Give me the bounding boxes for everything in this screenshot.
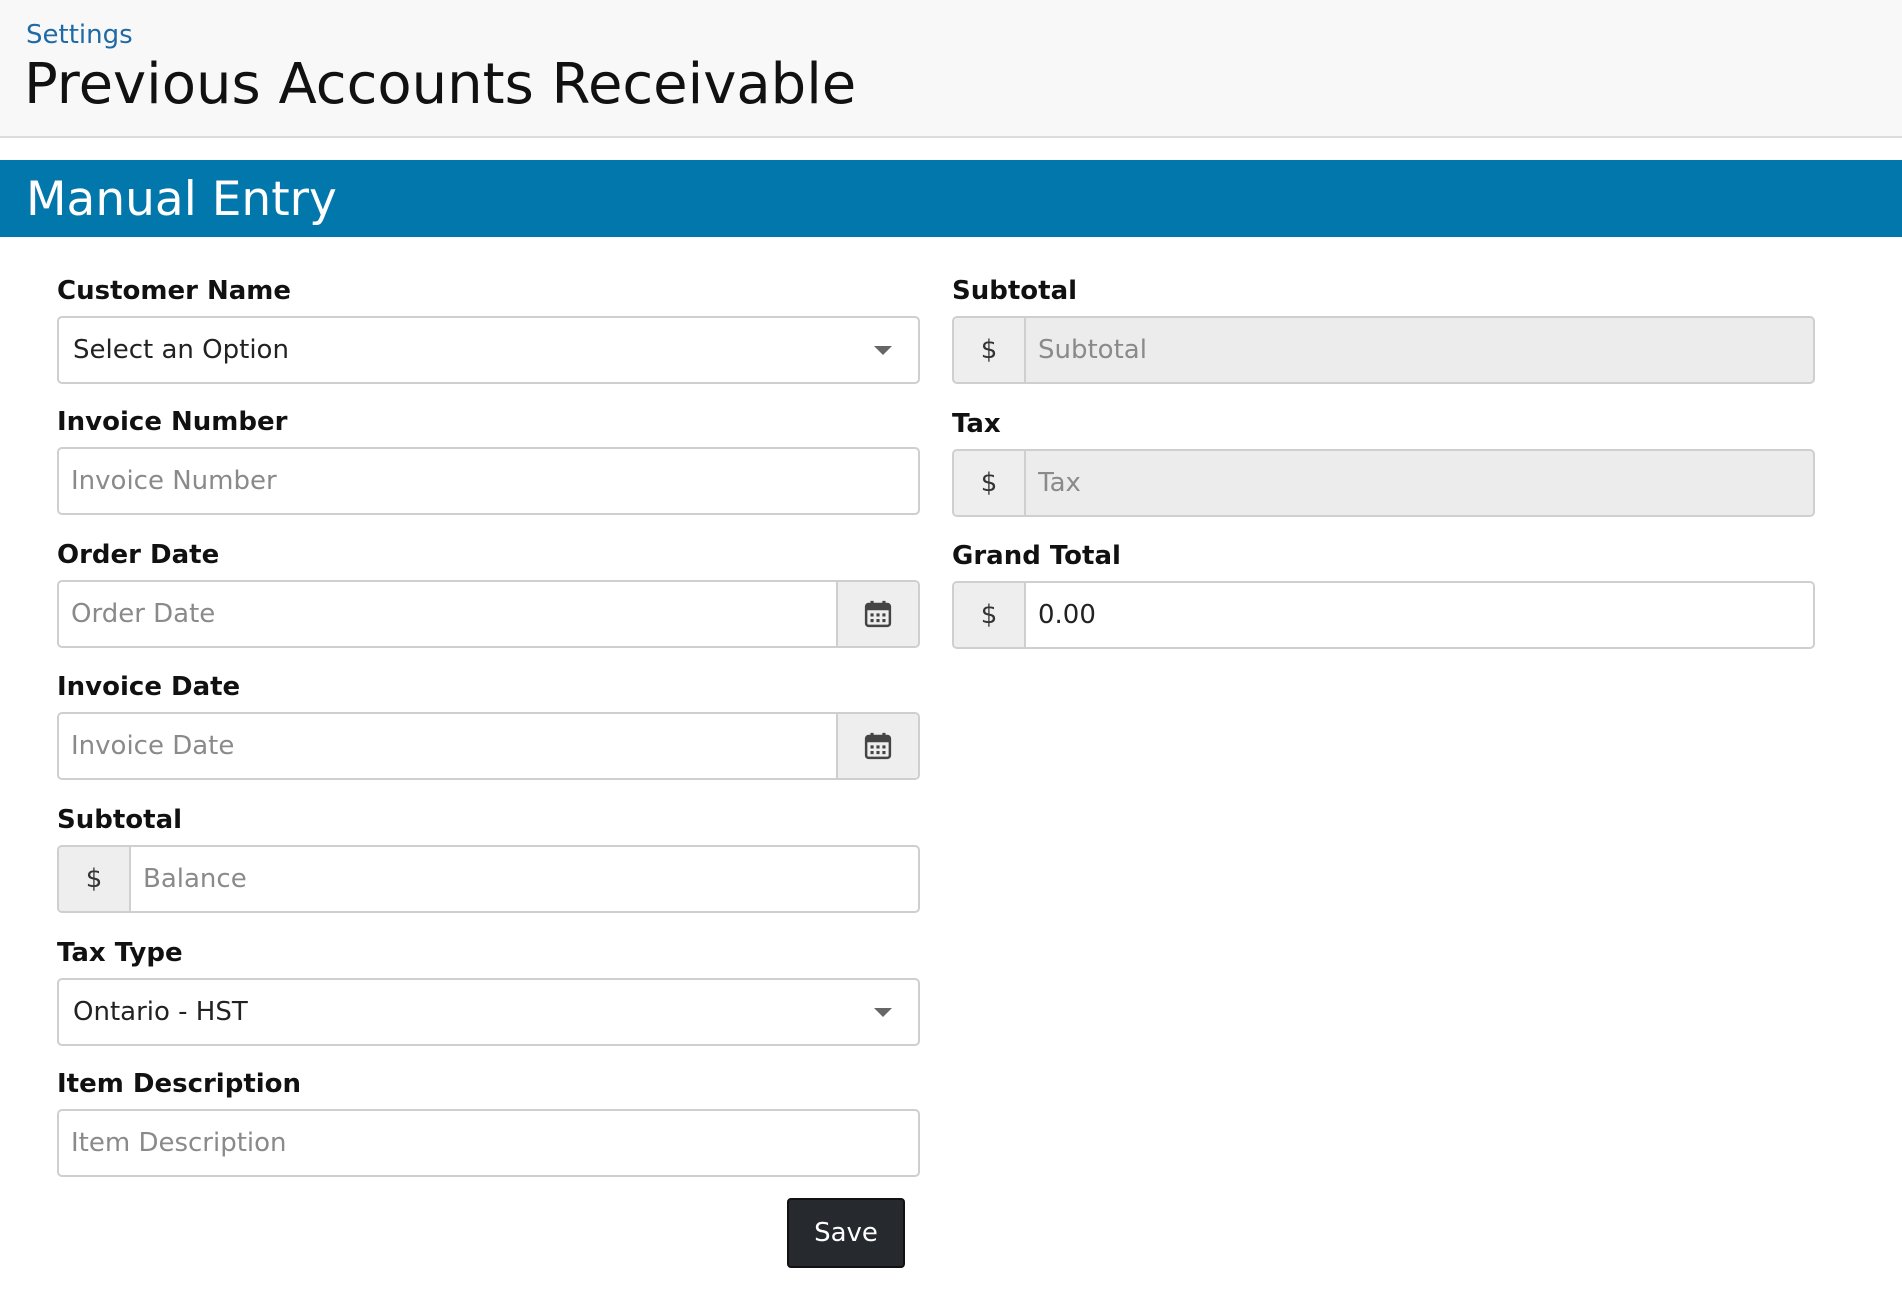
tax-type-selected-value: Ontario - HST — [73, 997, 248, 1027]
invoice-date-field-wrapper — [57, 712, 920, 780]
balance-input[interactable] — [131, 847, 918, 911]
invoice-number-field-wrapper — [57, 447, 920, 515]
order-date-label: Order Date — [57, 540, 220, 570]
grand-total-label: Grand Total — [952, 541, 1121, 571]
currency-prefix: $ — [59, 847, 131, 911]
item-description-label: Item Description — [57, 1069, 302, 1099]
invoice-date-label: Invoice Date — [57, 672, 241, 702]
chevron-down-icon — [848, 318, 918, 382]
order-date-field-wrapper — [57, 580, 920, 648]
page-title: Previous Accounts Receivable — [24, 52, 857, 117]
subtotal-label: Subtotal — [57, 805, 183, 835]
chevron-down-icon — [848, 980, 918, 1044]
tax-type-label: Tax Type — [57, 938, 183, 968]
customer-name-selected-value: Select an Option — [73, 335, 289, 365]
order-date-input[interactable] — [59, 582, 836, 646]
item-description-input[interactable] — [59, 1111, 918, 1175]
section-title: Manual Entry — [26, 172, 337, 227]
right-subtotal-field-wrapper: $ — [952, 316, 1815, 384]
customer-name-label: Customer Name — [57, 276, 291, 306]
subtotal-field-wrapper: $ — [57, 845, 920, 913]
calendar-icon — [864, 732, 892, 760]
customer-name-select[interactable]: Select an Option — [57, 316, 920, 384]
invoice-number-label: Invoice Number — [57, 407, 288, 437]
subtotal-readonly-input — [1026, 318, 1813, 382]
currency-prefix: $ — [954, 583, 1026, 647]
currency-prefix: $ — [954, 451, 1026, 515]
section-header: Manual Entry — [0, 160, 1902, 237]
page-header: Settings Previous Accounts Receivable — [0, 0, 1902, 138]
invoice-date-input[interactable] — [59, 714, 836, 778]
calendar-icon — [864, 600, 892, 628]
breadcrumb-settings-link[interactable]: Settings — [26, 20, 133, 50]
grand-total-field-wrapper: $ — [952, 581, 1815, 649]
save-button[interactable]: Save — [787, 1198, 905, 1268]
tax-field-wrapper: $ — [952, 449, 1815, 517]
item-description-field-wrapper — [57, 1109, 920, 1177]
tax-readonly-input — [1026, 451, 1813, 515]
order-date-calendar-button[interactable] — [836, 582, 918, 646]
currency-prefix: $ — [954, 318, 1026, 382]
tax-type-select[interactable]: Ontario - HST — [57, 978, 920, 1046]
tax-label: Tax — [952, 409, 1001, 439]
right-subtotal-label: Subtotal — [952, 276, 1078, 306]
invoice-date-calendar-button[interactable] — [836, 714, 918, 778]
grand-total-input[interactable] — [1026, 583, 1813, 647]
invoice-number-input[interactable] — [59, 449, 918, 513]
